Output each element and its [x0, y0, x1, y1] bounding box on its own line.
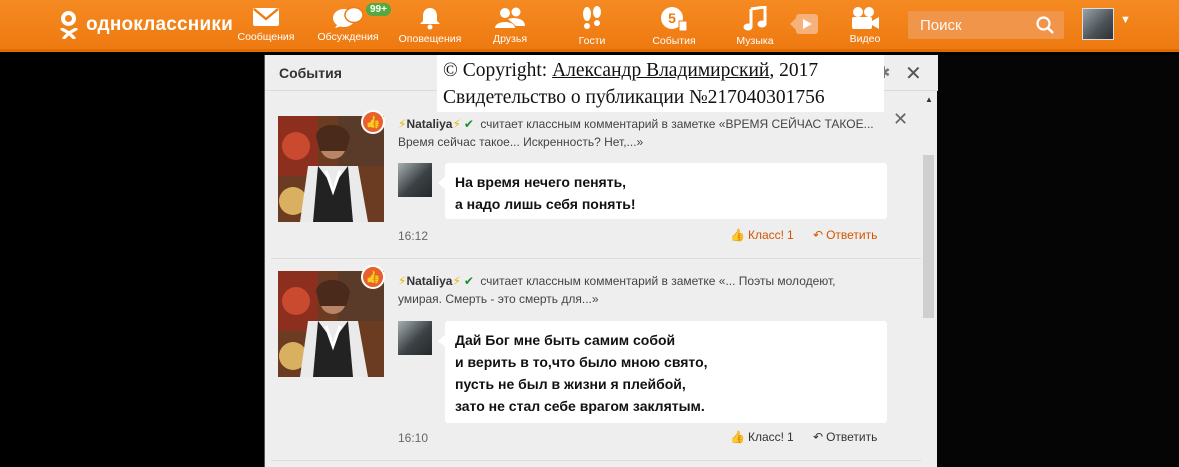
dismiss-event-icon[interactable]: ✕ — [893, 109, 908, 130]
event-user-name[interactable]: Nataliya — [406, 274, 452, 288]
comment-line: зато не стал себе врагом заклятым. — [455, 398, 705, 414]
nav-discussions-label: Обсуждения — [317, 31, 379, 43]
envelope-icon — [253, 8, 279, 26]
nav-messages[interactable]: Сообщения — [234, 0, 298, 52]
comment-bubble: Дай Бог мне быть самим собой и верить в … — [438, 321, 887, 423]
nav-guests-label: Гости — [578, 35, 606, 47]
event-item: 👍 ⚡Nataliya⚡ ✔ считает классным комментар… — [265, 259, 921, 467]
logo-text: одноклассники — [86, 14, 233, 35]
bell-icon — [420, 8, 440, 30]
lightning-icon: ⚡ — [452, 274, 461, 288]
class-like-button[interactable]: 👍 Класс! 1 — [730, 228, 794, 242]
copyright-line-1: © Copyright: Александр Владимирский, 201… — [443, 57, 878, 84]
nav-friends[interactable]: Друзья — [487, 0, 533, 52]
event-item: 👍 ⚡Nataliya⚡ ✔ считает классным комментар… — [265, 91, 921, 257]
friends-icon — [495, 7, 525, 28]
ok-logo-icon — [58, 10, 80, 40]
event-description: ⚡Nataliya⚡ ✔ считает классным комментарий… — [398, 272, 878, 308]
close-icon[interactable]: ✕ — [905, 61, 922, 86]
comment-author-avatar[interactable] — [398, 163, 432, 197]
play-icon — [790, 14, 818, 34]
nav-music[interactable]: Музыка — [733, 0, 777, 52]
video-camera-icon — [852, 7, 879, 29]
comment-line: Дай Бог мне быть самим собой — [455, 332, 676, 348]
copyright-notice: © Copyright: Александр Владимирский, 201… — [437, 55, 884, 112]
event-timestamp: 16:12 — [398, 229, 429, 243]
copyright-prefix: © Copyright: — [443, 60, 553, 81]
nav-notifications[interactable]: Оповещения — [394, 0, 466, 52]
comment-line: пусть не был в жизни я плейбой, — [455, 376, 686, 392]
class-label: Класс! — [747, 430, 784, 444]
like-badge-icon: 👍 — [361, 110, 385, 134]
copyright-year: , 2017 — [769, 60, 819, 81]
divider — [271, 460, 921, 461]
nav-notifications-label: Оповещения — [398, 33, 462, 45]
checkmark-icon: ✔ — [463, 117, 474, 131]
comment-bubble: На время нечего пенять, а надо лишь себя… — [438, 163, 887, 219]
chat-bubbles-icon — [333, 6, 364, 28]
event-user-name[interactable]: Nataliya — [406, 117, 452, 131]
lightning-icon: ⚡ — [452, 117, 461, 131]
class-count: 1 — [786, 228, 794, 242]
chevron-down-icon[interactable]: ▼ — [1120, 14, 1131, 26]
thumbs-up-icon: 👍 — [730, 228, 745, 242]
comment-author-avatar[interactable] — [398, 321, 432, 355]
comment-line: а надо лишь себя понять! — [455, 196, 636, 212]
reply-arrow-icon: ↶ — [813, 228, 824, 242]
nav-video[interactable]: Видео — [845, 0, 885, 52]
search-box — [908, 11, 1064, 39]
class-count: 1 — [786, 430, 794, 444]
nav-friends-label: Друзья — [492, 33, 528, 45]
reply-arrow-icon: ↶ — [813, 430, 824, 444]
class-label: Класс! — [747, 228, 784, 242]
top-navigation-bar: одноклассники Сообщения Обсуждения 99+ О… — [0, 0, 1179, 52]
nav-events[interactable]: 5 События — [649, 0, 699, 52]
site-logo[interactable]: одноклассники — [58, 10, 233, 40]
copyright-author-link[interactable]: Александр Владимирский — [552, 60, 769, 81]
notification-count-badge: 99+ — [366, 3, 391, 16]
event-description: ⚡Nataliya⚡ ✔ считает классным комментарий… — [398, 115, 878, 151]
page-background — [937, 55, 1179, 467]
comment-line: На время нечего пенять, — [455, 174, 627, 190]
reply-button[interactable]: ↶ Ответить — [813, 228, 877, 242]
search-input[interactable] — [908, 11, 1032, 39]
svg-text:5: 5 — [668, 10, 676, 26]
comment-line: и верить в то,что было мною свято, — [455, 354, 708, 370]
user-avatar[interactable] — [1082, 8, 1114, 40]
class-like-button[interactable]: 👍 Класс! 1 — [730, 430, 794, 444]
reply-label: Ответить — [826, 430, 878, 444]
nav-guests[interactable]: Гости — [572, 0, 612, 52]
scrollbar[interactable] — [923, 155, 934, 318]
nav-video-label: Видео — [849, 33, 881, 45]
event-timestamp: 16:10 — [398, 431, 429, 445]
events-panel: События ✱ ✕ ▲ 👍 ⚡Nataliya⚡✔ считает клас… — [264, 55, 938, 467]
nav-messages-label: Сообщения — [237, 31, 295, 43]
events-icon: 5 — [661, 7, 688, 32]
footprints-icon — [583, 6, 601, 29]
nav-events-label: События — [652, 35, 696, 47]
music-note-icon — [743, 6, 767, 31]
nav-music-label: Музыка — [736, 35, 774, 47]
events-panel-title: События — [279, 65, 342, 81]
reply-label: Ответить — [826, 228, 878, 242]
search-icon[interactable] — [1036, 16, 1054, 34]
copyright-line-2: Свидетельство о публикации №217040301756 — [443, 87, 825, 108]
thumbs-up-icon: 👍 — [730, 430, 745, 444]
scroll-up-arrow-icon[interactable]: ▲ — [925, 95, 933, 104]
reply-button[interactable]: ↶ Ответить — [813, 430, 877, 444]
checkmark-icon: ✔ — [463, 274, 474, 288]
like-badge-icon: 👍 — [361, 265, 385, 289]
nav-play[interactable] — [788, 0, 822, 52]
